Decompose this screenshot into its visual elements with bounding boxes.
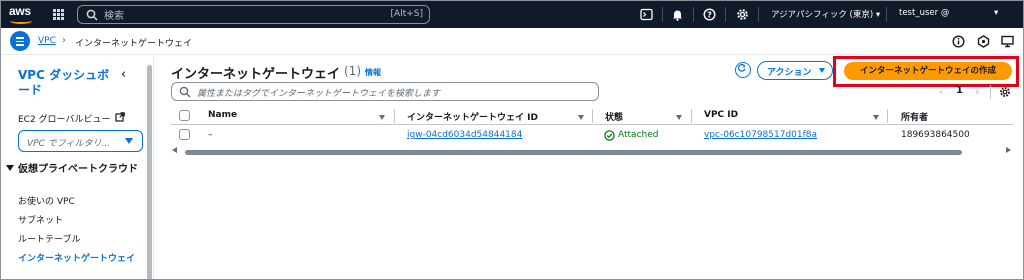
sort-caret-icon[interactable]: [676, 115, 682, 120]
nav-divider: [886, 7, 887, 22]
create-internet-gateway-button[interactable]: インターネットゲートウェイの作成: [844, 62, 1012, 80]
pagination-prev-icon[interactable]: ‹: [939, 85, 943, 98]
cell-igw-id-link[interactable]: igw-04cd6034d54844184: [407, 130, 522, 140]
info-link[interactable]: 情報: [365, 67, 381, 78]
sidebar-item-internet-gateways[interactable]: インターネットゲートウェイ: [18, 251, 135, 264]
apps-grid-icon[interactable]: [53, 9, 64, 20]
vpc-filter-select[interactable]: VPC でフィルタリ...: [18, 130, 143, 152]
select-all-checkbox[interactable]: [179, 110, 190, 121]
sidebar-item-your-vpcs[interactable]: お使いの VPC: [18, 194, 75, 207]
sidebar-item-ec2-global-view[interactable]: EC2 グローバルビュー: [18, 112, 110, 125]
nav-divider: [693, 7, 694, 22]
actions-label: アクション: [767, 68, 812, 78]
sidebar-title[interactable]: VPC ダッシュボード: [18, 68, 118, 98]
sort-caret-icon[interactable]: [578, 115, 584, 120]
cell-vpc-id-link[interactable]: vpc-06c10798517d01f8a: [704, 130, 817, 140]
side-navigation: VPC ダッシュボード ‹ EC2 グローバルビュー VPC でフィルタリ...…: [1, 55, 154, 279]
table-horizontal-scrollbar[interactable]: [185, 150, 962, 155]
caret-down-icon: [125, 138, 133, 144]
pager-divider: [990, 85, 991, 99]
sort-caret-icon[interactable]: [873, 115, 879, 120]
row-checkbox[interactable]: [179, 129, 190, 140]
sidebar-item-subnets[interactable]: サブネット: [18, 213, 63, 226]
pagination-next-icon[interactable]: ›: [975, 85, 979, 98]
breadcrumb-vpc-link[interactable]: VPC: [38, 36, 56, 46]
cloudshell-icon[interactable]: [640, 8, 653, 21]
feedback-icon[interactable]: [1001, 35, 1014, 48]
sidebar-item-route-tables[interactable]: ルートテーブル: [18, 232, 80, 245]
scroll-right-arrow-icon[interactable]: [1006, 147, 1011, 153]
table-settings-gear-icon[interactable]: [999, 86, 1011, 98]
search-placeholder: 検索: [104, 11, 124, 22]
search-icon: [86, 9, 98, 21]
aws-logo[interactable]: aws: [9, 4, 43, 25]
actions-button[interactable]: アクション: [757, 61, 833, 80]
resource-count: (1): [344, 64, 361, 78]
bell-icon[interactable]: [671, 8, 684, 21]
table-search-placeholder: 属性またはタグでインターネットゲートウェイを検索します: [197, 89, 441, 99]
nav-divider: [725, 7, 726, 22]
breadcrumb-separator: ›: [62, 35, 66, 46]
breadcrumb-bar: VPC › インターネットゲートウェイ: [1, 28, 1023, 55]
nav-divider: [758, 7, 759, 22]
region-selector[interactable]: アジアパシフィック (東京) ▾: [771, 8, 880, 20]
column-divider[interactable]: [592, 109, 593, 123]
sort-caret-icon[interactable]: [379, 115, 385, 120]
page-title: インターネットゲートウェイ: [171, 67, 341, 82]
app-frame: aws 検索 [Alt+S] ? アジアパシフィック (東京) ▾ test_u…: [0, 0, 1024, 280]
vpc-filter-placeholder: VPC でフィルタリ...: [27, 139, 111, 149]
refresh-icon: [737, 63, 746, 72]
column-header-vpc-id[interactable]: VPC ID: [704, 110, 738, 120]
caret-down-icon: [819, 68, 825, 73]
chevron-down-icon: ▾: [994, 8, 999, 18]
column-header-igw-id[interactable]: インターネットゲートウェイ ID: [407, 110, 538, 123]
search-icon: [179, 86, 191, 98]
info-icon[interactable]: [952, 35, 965, 48]
cell-owner: 189693864500: [901, 130, 970, 140]
column-divider[interactable]: [691, 109, 692, 123]
sidebar-section-title: 仮想プライベートクラウド: [18, 164, 138, 175]
column-divider[interactable]: [394, 109, 395, 123]
cell-name: –: [208, 130, 213, 140]
aws-smile-icon: [10, 18, 32, 24]
scroll-left-arrow-icon[interactable]: [172, 147, 177, 153]
sidebar-close-icon[interactable]: ‹: [121, 67, 126, 82]
notifications-icon[interactable]: [977, 35, 990, 48]
svg-text:?: ?: [707, 10, 712, 19]
sidebar-scrollbar[interactable]: [147, 65, 152, 279]
menu-icon[interactable]: [10, 31, 30, 51]
help-icon[interactable]: ?: [703, 8, 716, 21]
column-header-owner[interactable]: 所有者: [901, 110, 928, 123]
refresh-button[interactable]: [735, 62, 751, 78]
check-circle-icon: [604, 130, 615, 141]
gear-icon[interactable]: [736, 8, 749, 21]
pagination-page[interactable]: 1: [956, 85, 963, 96]
sidebar-section-vpc[interactable]: 仮想プライベートクラウド: [6, 162, 146, 177]
aws-logo-text: aws: [9, 4, 31, 18]
top-navigation: aws 検索 [Alt+S] ? アジアパシフィック (東京) ▾ test_u…: [1, 1, 1023, 28]
column-divider[interactable]: [887, 109, 888, 123]
account-name: test_user @: [899, 8, 950, 18]
column-header-name[interactable]: Name: [208, 110, 237, 120]
column-header-state[interactable]: 状態: [605, 110, 623, 123]
expand-triangle-icon: [6, 165, 14, 171]
account-menu[interactable]: test_user @ ▾: [899, 8, 998, 18]
global-search-input[interactable]: 検索 [Alt+S]: [77, 5, 430, 24]
nav-divider: [662, 7, 663, 22]
table-search-input[interactable]: 属性またはタグでインターネットゲートウェイを検索します: [171, 82, 599, 101]
cell-state: Attached: [618, 130, 659, 140]
external-link-icon: [115, 112, 125, 122]
breadcrumb-current: インターネットゲートウェイ: [75, 39, 193, 49]
search-shortcut: [Alt+S]: [390, 9, 423, 19]
